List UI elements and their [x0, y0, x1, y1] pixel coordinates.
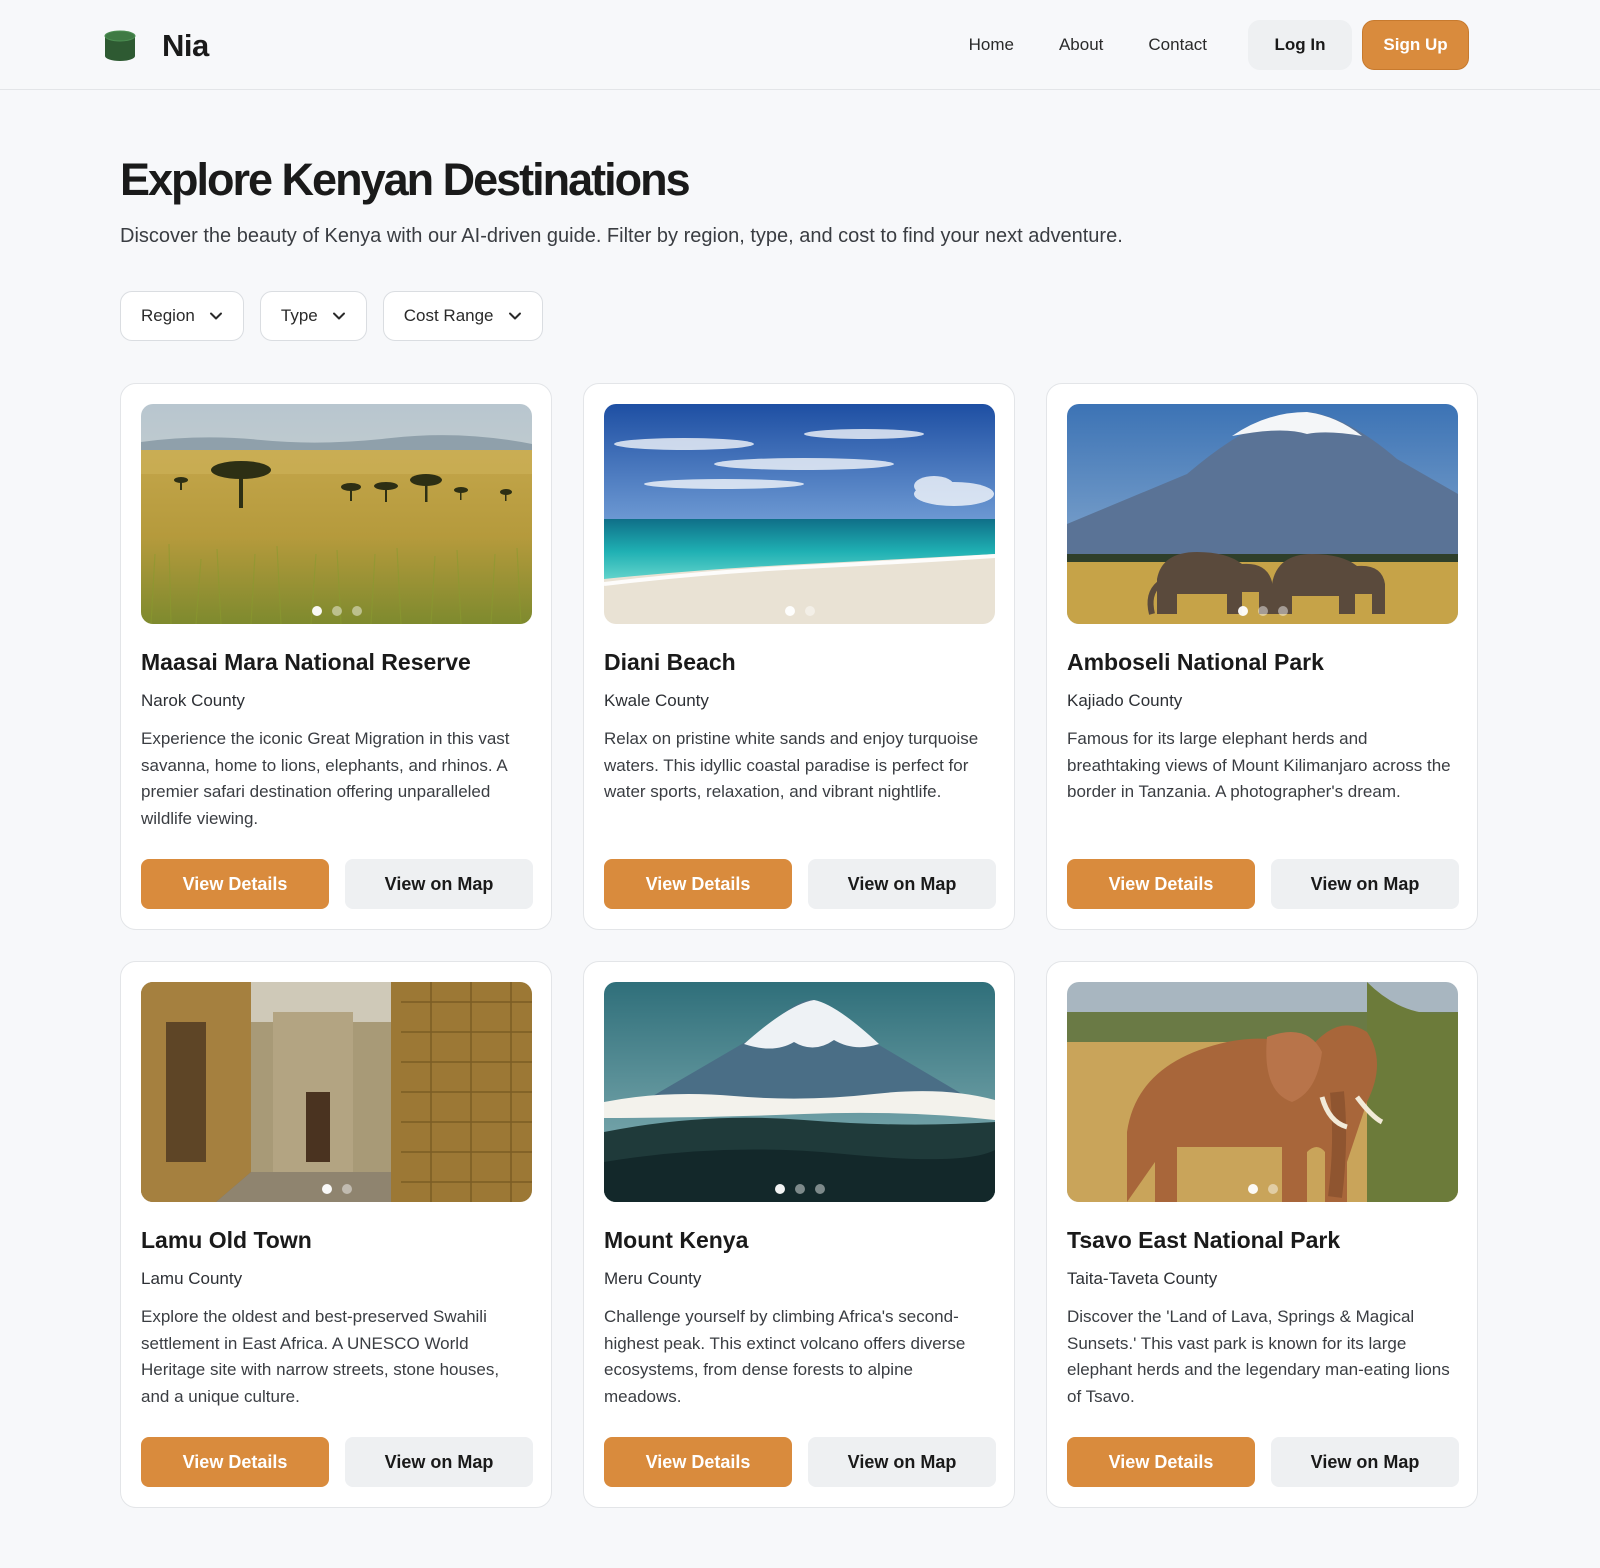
view-details-button[interactable]: View Details	[141, 859, 329, 909]
carousel-dot[interactable]	[1277, 606, 1288, 616]
main-nav: Home About Contact Log In Sign Up	[969, 20, 1469, 70]
savanna-acacia-photo	[141, 404, 532, 624]
cost-range-filter-dropdown[interactable]: Cost Range	[382, 291, 543, 341]
destination-county: Narok County	[141, 691, 245, 710]
destination-title: Diani Beach	[604, 649, 736, 675]
elephant-bush-photo	[1067, 982, 1458, 1202]
card-actions: View Details View on Map	[604, 1437, 996, 1487]
view-details-button[interactable]: View Details	[604, 859, 792, 909]
destination-county: Taita-Taveta County	[1067, 1269, 1218, 1288]
view-details-button[interactable]: View Details	[1067, 859, 1255, 909]
signup-button[interactable]: Sign Up	[1362, 20, 1469, 70]
destination-image-carousel[interactable]	[604, 982, 995, 1202]
carousel-dot[interactable]	[311, 606, 322, 616]
destination-image-carousel[interactable]	[141, 982, 532, 1202]
carousel-indicators	[307, 606, 367, 616]
snow-mountain-photo	[604, 982, 995, 1202]
destination-image-carousel[interactable]	[604, 404, 995, 624]
destination-title: Mount Kenya	[604, 1227, 749, 1253]
nav-contact-link[interactable]: Contact	[1148, 20, 1207, 70]
carousel-dot[interactable]	[1267, 1184, 1278, 1194]
brand-name: Nia	[162, 28, 209, 63]
carousel-dot[interactable]	[321, 1184, 332, 1194]
nav-about-link[interactable]: About	[1059, 20, 1103, 70]
filter-bar: Region Type Cost Range	[120, 291, 1480, 341]
destination-grid: Maasai Mara National Reserve Narok Count…	[120, 383, 1478, 1508]
region-filter-dropdown[interactable]: Region	[120, 291, 244, 341]
nav-home-link[interactable]: Home	[969, 20, 1014, 70]
carousel-dot[interactable]	[331, 606, 342, 616]
destination-description: Experience the iconic Great Migration in…	[141, 729, 510, 828]
card-actions: View Details View on Map	[604, 859, 996, 909]
carousel-dot[interactable]	[1247, 1184, 1258, 1194]
destination-title: Tsavo East National Park	[1067, 1227, 1341, 1253]
carousel-dot[interactable]	[814, 1184, 825, 1194]
destination-description: Explore the oldest and best-preserved Sw…	[141, 1307, 500, 1406]
carousel-dot[interactable]	[794, 1184, 805, 1194]
view-on-map-button[interactable]: View on Map	[345, 859, 533, 909]
destination-county: Meru County	[604, 1269, 702, 1288]
destination-card: Mount Kenya Meru County Challenge yourse…	[583, 961, 1015, 1508]
filter-label: Region	[141, 306, 195, 325]
destination-card: Tsavo East National Park Taita-Taveta Co…	[1046, 961, 1478, 1508]
beach-ocean-photo	[604, 404, 995, 624]
type-filter-dropdown[interactable]: Type	[259, 291, 367, 341]
logo-icon	[104, 30, 136, 61]
card-actions: View Details View on Map	[141, 1437, 533, 1487]
filter-label: Type	[280, 306, 318, 325]
view-on-map-button[interactable]: View on Map	[1271, 1437, 1459, 1487]
page-subtitle: Discover the beauty of Kenya with our AI…	[120, 225, 1123, 247]
carousel-dot[interactable]	[774, 1184, 785, 1194]
kilimanjaro-elephants-photo	[1067, 404, 1458, 624]
destination-county: Kajiado County	[1067, 691, 1183, 710]
chevron-down-icon	[209, 312, 222, 320]
stone-alley-photo	[141, 982, 532, 1202]
card-actions: View Details View on Map	[1067, 1437, 1459, 1487]
destination-title: Amboseli National Park	[1067, 649, 1324, 675]
destination-description: Famous for its large elephant herds and …	[1067, 729, 1451, 801]
view-on-map-button[interactable]: View on Map	[808, 859, 996, 909]
page-title: Explore Kenyan Destinations	[120, 154, 691, 205]
destination-description: Relax on pristine white sands and enjoy …	[604, 729, 979, 801]
destination-description: Challenge yourself by climbing Africa's …	[604, 1307, 966, 1406]
destination-county: Lamu County	[141, 1269, 243, 1288]
chevron-down-icon	[332, 312, 345, 320]
destination-card: Maasai Mara National Reserve Narok Count…	[120, 383, 552, 930]
carousel-dot[interactable]	[784, 606, 795, 616]
destination-image-carousel[interactable]	[1067, 982, 1458, 1202]
destination-image-carousel[interactable]	[1067, 404, 1458, 624]
view-on-map-button[interactable]: View on Map	[808, 1437, 996, 1487]
site-header: Nia Home About Contact Log In Sign Up	[0, 0, 1600, 90]
destination-description: Discover the 'Land of Lava, Springs & Ma…	[1067, 1307, 1450, 1406]
carousel-indicators	[1233, 606, 1293, 616]
login-button[interactable]: Log In	[1248, 20, 1352, 70]
card-actions: View Details View on Map	[1067, 859, 1459, 909]
view-details-button[interactable]: View Details	[1067, 1437, 1255, 1487]
carousel-dot[interactable]	[351, 606, 362, 616]
destination-image-carousel[interactable]	[141, 404, 532, 624]
carousel-indicators	[317, 1184, 357, 1194]
destination-card: Lamu Old Town Lamu County Explore the ol…	[120, 961, 552, 1508]
destination-card: Diani Beach Kwale County Relax on pristi…	[583, 383, 1015, 930]
view-details-button[interactable]: View Details	[604, 1437, 792, 1487]
carousel-dot[interactable]	[341, 1184, 352, 1194]
destination-county: Kwale County	[604, 691, 709, 710]
main-content: Explore Kenyan Destinations Discover the…	[120, 152, 1480, 1508]
brand-logo[interactable]: Nia	[104, 28, 209, 64]
chevron-down-icon	[508, 312, 521, 320]
view-details-button[interactable]: View Details	[141, 1437, 329, 1487]
carousel-dot[interactable]	[804, 606, 815, 616]
destination-card: Amboseli National Park Kajiado County Fa…	[1046, 383, 1478, 930]
carousel-dot[interactable]	[1257, 606, 1268, 616]
destination-title: Maasai Mara National Reserve	[141, 649, 471, 675]
carousel-indicators	[770, 1184, 830, 1194]
view-on-map-button[interactable]: View on Map	[345, 1437, 533, 1487]
card-actions: View Details View on Map	[141, 859, 533, 909]
carousel-indicators	[1243, 1184, 1283, 1194]
carousel-dot[interactable]	[1237, 606, 1248, 616]
filter-label: Cost Range	[403, 306, 494, 325]
destination-title: Lamu Old Town	[141, 1227, 312, 1253]
carousel-indicators	[780, 606, 820, 616]
view-on-map-button[interactable]: View on Map	[1271, 859, 1459, 909]
